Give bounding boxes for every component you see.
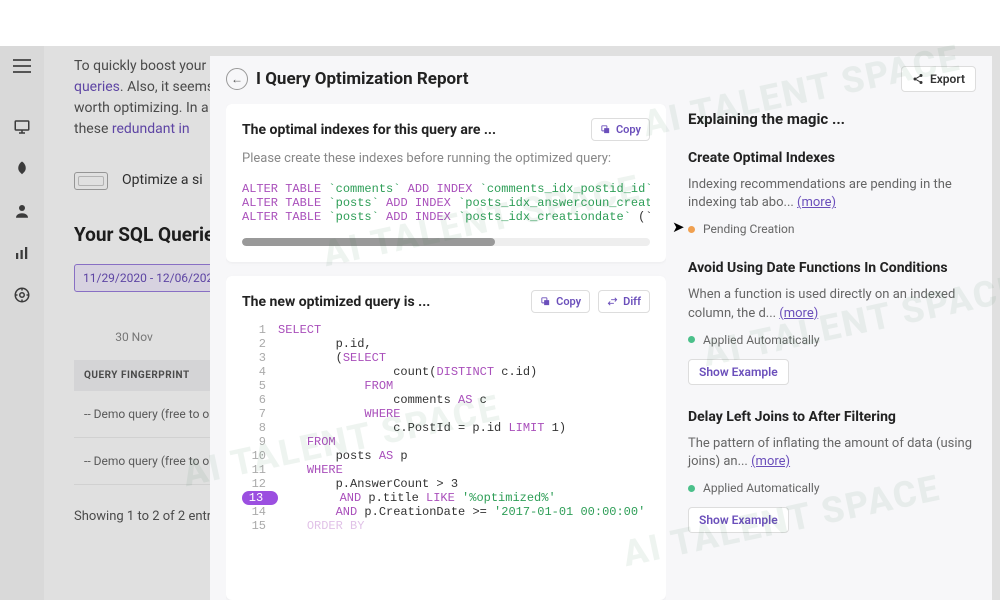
more-link[interactable]: (more) — [779, 306, 818, 321]
status-dot-icon — [688, 336, 695, 343]
back-button[interactable]: ← — [226, 68, 248, 90]
modal-title: I Query Optimization Report — [256, 69, 469, 89]
diff-icon — [607, 296, 618, 307]
copy-button[interactable]: Copy — [531, 290, 590, 313]
horizontal-scrollbar[interactable] — [242, 238, 650, 246]
status-label: Pending Creation — [703, 222, 794, 236]
show-example-button[interactable]: Show Example — [688, 359, 789, 385]
card-title: The optimal indexes for this query are .… — [242, 122, 496, 138]
index-sql-block: ALTER TABLE `comments` ADD INDEX `commen… — [242, 178, 650, 228]
hamburger-icon — [13, 59, 31, 73]
status-label: Applied Automatically — [703, 333, 820, 347]
optimized-query-card: The new optimized query is ... Copy Diff… — [226, 276, 666, 600]
status-dot-icon — [688, 485, 695, 492]
suggestion-title: Create Optimal Indexes — [688, 150, 972, 166]
copy-icon — [540, 296, 551, 307]
copy-button[interactable]: Copy — [591, 118, 650, 141]
optimized-sql-block: 1SELECT2 p.id,3 (SELECT4 count(DISTINCT … — [242, 323, 650, 533]
export-button[interactable]: Export — [901, 66, 976, 92]
show-example-button[interactable]: Show Example — [688, 507, 789, 533]
more-link[interactable]: (more) — [751, 454, 790, 469]
suggestion-create-indexes: Create Optimal Indexes Indexing recommen… — [688, 150, 972, 236]
optimization-report-modal: ← I Query Optimization Report Export The… — [210, 56, 992, 600]
suggestion-title: Avoid Using Date Functions In Conditions — [688, 260, 972, 276]
card-description: Please create these indexes before runni… — [242, 151, 650, 166]
suggestion-title: Delay Left Joins to After Filtering — [688, 409, 972, 425]
optimal-indexes-card: The optimal indexes for this query are .… — [226, 104, 666, 262]
status-dot-icon — [688, 226, 695, 233]
status-label: Applied Automatically — [703, 481, 820, 495]
suggestion-avoid-date-functions: Avoid Using Date Functions In Conditions… — [688, 260, 972, 384]
share-icon — [912, 73, 924, 85]
explain-heading: Explaining the magic ... — [688, 110, 972, 128]
menu-button[interactable] — [0, 46, 44, 86]
card-title: The new optimized query is ... — [242, 294, 430, 310]
copy-icon — [600, 124, 611, 135]
more-link[interactable]: (more) — [797, 195, 836, 210]
diff-button[interactable]: Diff — [598, 290, 650, 313]
suggestion-delay-left-joins: Delay Left Joins to After Filtering The … — [688, 409, 972, 533]
